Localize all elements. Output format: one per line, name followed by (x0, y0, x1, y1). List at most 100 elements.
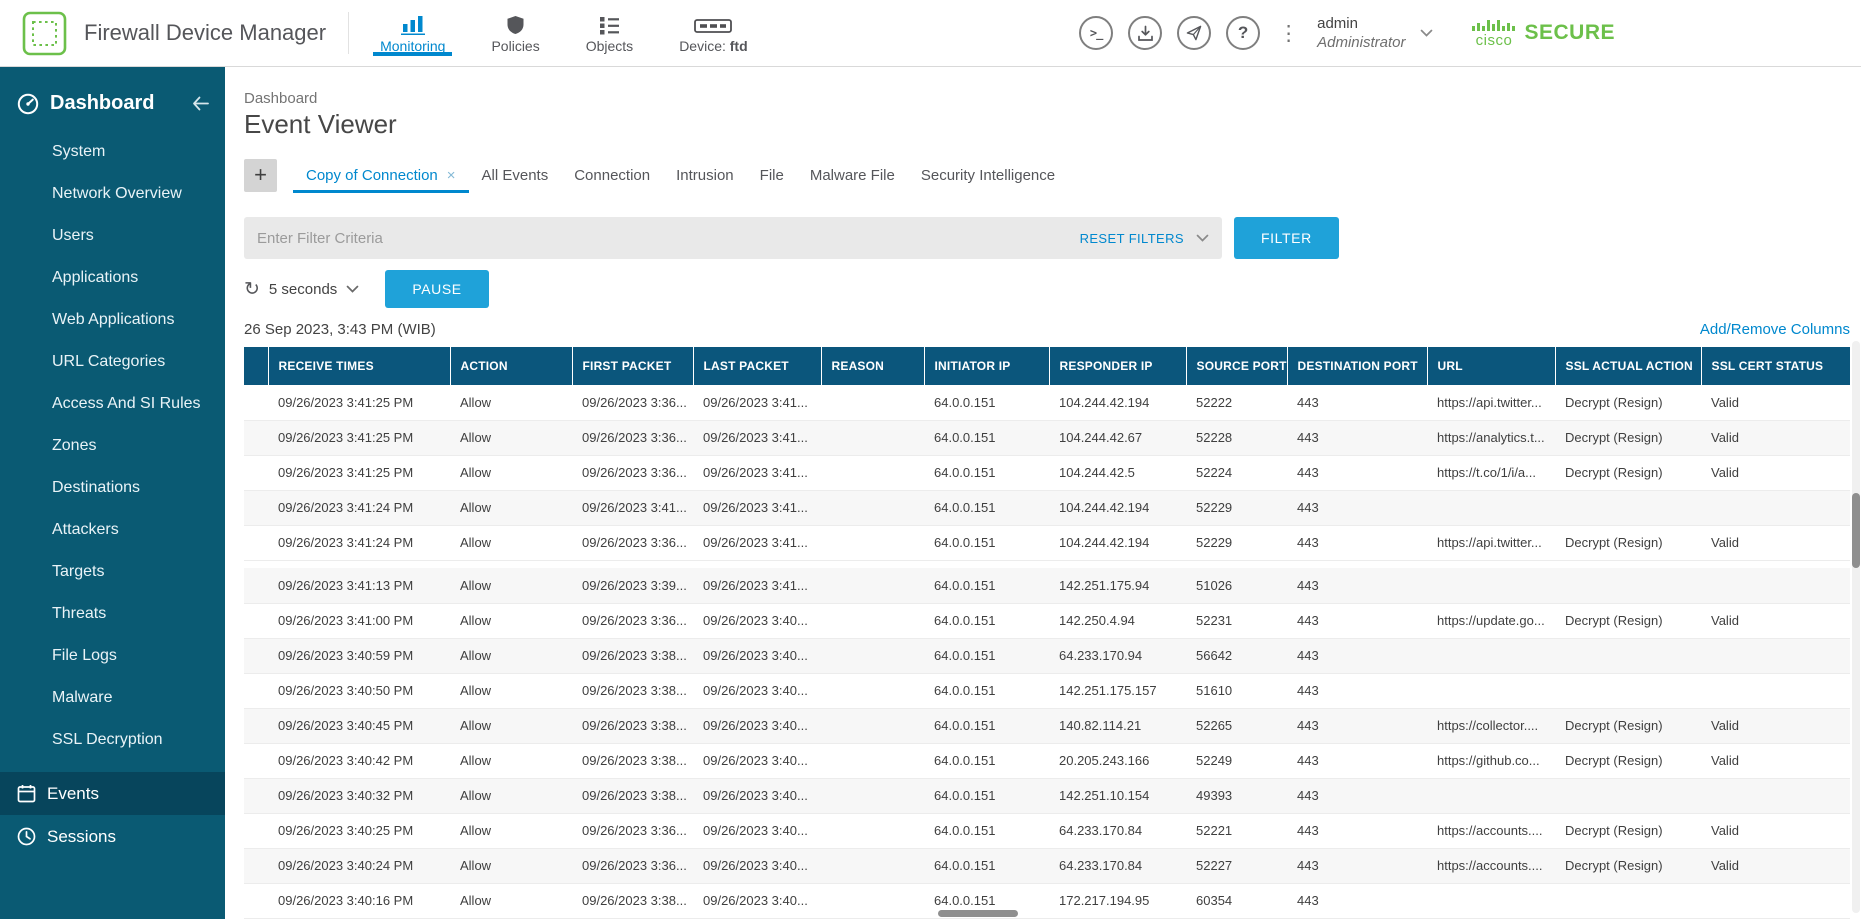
table-row[interactable]: 09/26/2023 3:40:32 PMAllow09/26/2023 3:3… (244, 778, 1850, 813)
cell: 443 (1287, 385, 1427, 420)
sidebar-item-zones[interactable]: Zones (0, 425, 225, 467)
tab-malware-file[interactable]: Malware File (797, 157, 908, 193)
table-row[interactable]: 09/26/2023 3:40:45 PMAllow09/26/2023 3:3… (244, 708, 1850, 743)
table-row[interactable]: 09/26/2023 3:40:25 PMAllow09/26/2023 3:3… (244, 813, 1850, 848)
nav-device-ftd[interactable]: Device: ftd (656, 0, 770, 66)
app-logo (22, 11, 67, 56)
sidebar-item-events[interactable]: Events (0, 772, 225, 815)
table-row[interactable]: 09/26/2023 3:41:24 PMAllow09/26/2023 3:3… (244, 525, 1850, 560)
tab-all-events[interactable]: All Events (469, 157, 562, 193)
table-row[interactable]: 09/26/2023 3:41:25 PMAllow09/26/2023 3:3… (244, 455, 1850, 490)
filter-input-box[interactable]: RESET FILTERS (244, 217, 1222, 259)
sidebar-dashboard-header: Dashboard (0, 67, 225, 131)
expand-cell (244, 420, 268, 455)
cell: 09/26/2023 3:41... (693, 525, 821, 560)
sidebar-item-attackers[interactable]: Attackers (0, 509, 225, 551)
cell: 09/26/2023 3:36... (572, 525, 693, 560)
cell: 51610 (1186, 673, 1287, 708)
filter-input[interactable] (257, 230, 1070, 247)
sidebar-item-network-overview[interactable]: Network Overview (0, 173, 225, 215)
table-row[interactable]: 09/26/2023 3:41:13 PMAllow09/26/2023 3:3… (244, 568, 1850, 603)
cell (821, 743, 924, 778)
cell: 142.251.175.157 (1049, 673, 1186, 708)
sidebar-item-file-logs[interactable]: File Logs (0, 635, 225, 677)
nav-objects[interactable]: Objects (563, 0, 656, 66)
table-row[interactable]: 09/26/2023 3:41:25 PMAllow09/26/2023 3:3… (244, 385, 1850, 420)
sidebar-item-malware[interactable]: Malware (0, 677, 225, 719)
cell (1701, 638, 1850, 673)
sidebar-item-web-applications[interactable]: Web Applications (0, 299, 225, 341)
nav-monitoring[interactable]: Monitoring (357, 0, 468, 66)
sidebar-item-system[interactable]: System (0, 131, 225, 173)
more-options-icon[interactable]: ⋮ (1275, 21, 1302, 46)
cell (1427, 568, 1555, 603)
cell (821, 883, 924, 918)
table-row[interactable]: 09/26/2023 3:41:25 PMAllow09/26/2023 3:3… (244, 420, 1850, 455)
vertical-scrollbar[interactable] (1852, 341, 1860, 913)
sidebar-item-sessions[interactable]: Sessions (0, 815, 225, 858)
table-row[interactable]: 09/26/2023 3:41:24 PMAllow09/26/2023 3:4… (244, 490, 1850, 525)
cell: 09/26/2023 3:41:25 PM (268, 420, 450, 455)
cell: Decrypt (Resign) (1555, 848, 1701, 883)
cell: 104.244.42.194 (1049, 490, 1186, 525)
sidebar-item-url-categories[interactable]: URL Categories (0, 341, 225, 383)
tab-label: All Events (482, 167, 549, 184)
tab-label: Malware File (810, 167, 895, 184)
reset-filters-link[interactable]: RESET FILTERS (1080, 231, 1184, 246)
cell: 09/26/2023 3:38... (572, 778, 693, 813)
horizontal-scrollbar-thumb[interactable] (938, 910, 1018, 917)
nav-policies[interactable]: Policies (468, 0, 562, 66)
event-tabs: + Copy of Connection× All Events Connectio… (244, 157, 1850, 193)
deployment-icon[interactable] (1128, 16, 1162, 50)
cell: 09/26/2023 3:40:50 PM (268, 673, 450, 708)
cell: 09/26/2023 3:38... (572, 743, 693, 778)
user-menu[interactable]: admin Administrator (1317, 14, 1405, 53)
cell: 09/26/2023 3:36... (572, 385, 693, 420)
vertical-scrollbar-thumb[interactable] (1852, 493, 1860, 568)
table-row[interactable]: 09/26/2023 3:40:59 PMAllow09/26/2023 3:3… (244, 638, 1850, 673)
refresh-interval-select[interactable]: 5 seconds (269, 281, 337, 298)
cell: Valid (1701, 525, 1850, 560)
meta-row: 26 Sep 2023, 3:43 PM (WIB) Add/Remove Co… (244, 321, 1850, 338)
cisco-wordmark: cisco (1476, 33, 1513, 48)
filter-button[interactable]: FILTER (1234, 217, 1339, 259)
refresh-icon[interactable]: ↻ (244, 278, 260, 301)
cell: 09/26/2023 3:41... (693, 455, 821, 490)
sidebar-item-threats[interactable]: Threats (0, 593, 225, 635)
close-tab-icon[interactable]: × (447, 167, 456, 184)
cell: 443 (1287, 743, 1427, 778)
tasks-icon[interactable] (1177, 16, 1211, 50)
interval-chevron-down-icon[interactable] (346, 285, 359, 293)
tab-security-intelligence[interactable]: Security Intelligence (908, 157, 1068, 193)
tab-file[interactable]: File (747, 157, 797, 193)
table-row[interactable]: 09/26/2023 3:40:50 PMAllow09/26/2023 3:3… (244, 673, 1850, 708)
nav-label: Monitoring (380, 38, 445, 54)
sidebar-item-targets[interactable]: Targets (0, 551, 225, 593)
cell: 172.217.194.95 (1049, 883, 1186, 918)
col-source-port: SOURCE PORT (1186, 347, 1287, 385)
cell: 09/26/2023 3:41... (572, 490, 693, 525)
cell: Allow (450, 455, 572, 490)
tab-intrusion[interactable]: Intrusion (663, 157, 747, 193)
table-row[interactable]: 09/26/2023 3:40:16 PMAllow09/26/2023 3:3… (244, 883, 1850, 918)
user-chevron-down-icon[interactable] (1420, 29, 1433, 37)
table-row[interactable]: 09/26/2023 3:40:42 PMAllow09/26/2023 3:3… (244, 743, 1850, 778)
cell: 443 (1287, 813, 1427, 848)
tab-connection[interactable]: Connection (561, 157, 663, 193)
table-row[interactable]: 09/26/2023 3:41:00 PMAllow09/26/2023 3:3… (244, 603, 1850, 638)
pause-button[interactable]: PAUSE (385, 270, 488, 308)
help-icon[interactable]: ? (1226, 16, 1260, 50)
tab-copy-of-connection[interactable]: Copy of Connection× (293, 157, 469, 193)
cli-console-icon[interactable]: >_ (1079, 16, 1113, 50)
filter-presets-chevron-down-icon[interactable] (1196, 234, 1209, 242)
sidebar-item-applications[interactable]: Applications (0, 257, 225, 299)
sidebar-collapse-icon[interactable] (192, 96, 209, 111)
sidebar: Dashboard SystemNetwork OverviewUsersApp… (0, 67, 225, 919)
add-remove-columns-link[interactable]: Add/Remove Columns (1700, 321, 1850, 338)
sidebar-item-access-and-si-rules[interactable]: Access And SI Rules (0, 383, 225, 425)
sidebar-item-ssl-decryption[interactable]: SSL Decryption (0, 719, 225, 761)
sidebar-item-users[interactable]: Users (0, 215, 225, 257)
table-row[interactable]: 09/26/2023 3:40:24 PMAllow09/26/2023 3:3… (244, 848, 1850, 883)
add-tab-button[interactable]: + (244, 159, 277, 192)
sidebar-item-destinations[interactable]: Destinations (0, 467, 225, 509)
